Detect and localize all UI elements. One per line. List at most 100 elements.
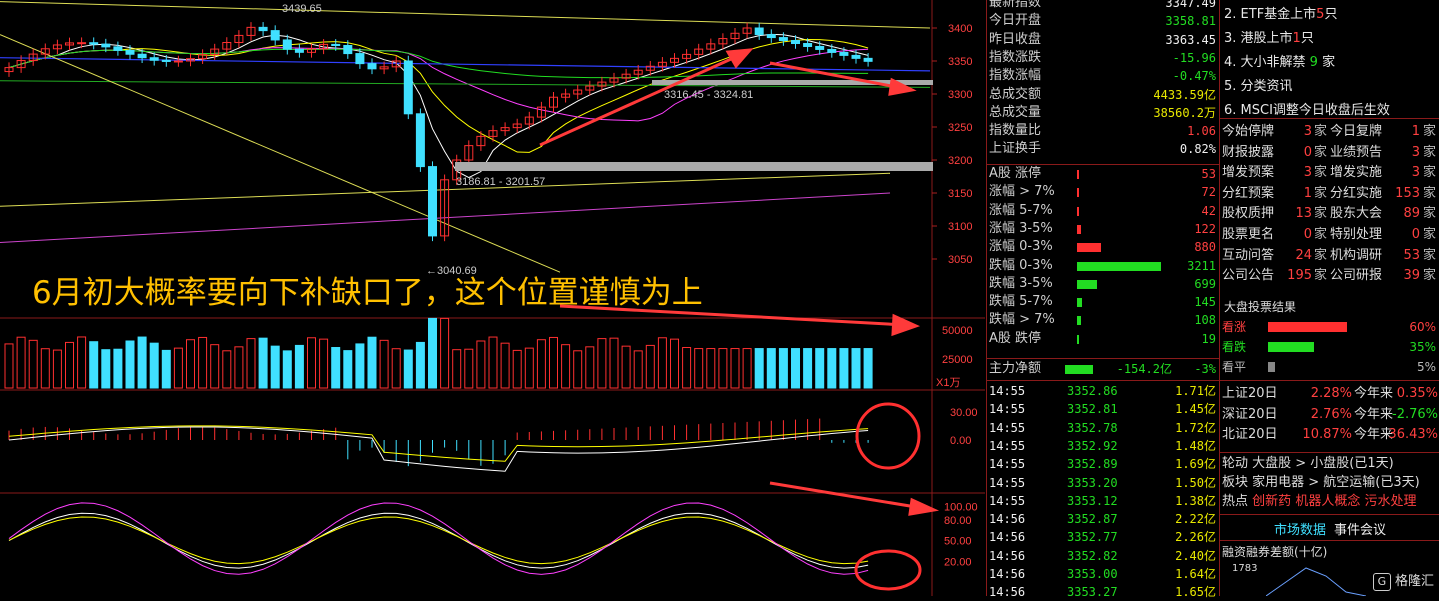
volume-bar (524, 347, 534, 389)
news-item[interactable]: 4. 大小非解禁 9 家 (1224, 52, 1335, 74)
breadth-value: 42 (1201, 203, 1216, 218)
vol-unit-label: X1万 (936, 377, 960, 389)
candle-body (173, 60, 183, 63)
volume-bar (379, 339, 389, 389)
hot-topic[interactable]: 污水处理 (1364, 494, 1416, 509)
hot-topic[interactable]: 机器人概念 (1295, 494, 1360, 509)
volume-bar (210, 344, 220, 389)
news-item[interactable]: 3. 港股上市1只 (1224, 28, 1314, 50)
volume-bar (585, 346, 595, 389)
quote-value: 38560.2万 (1153, 105, 1216, 120)
vote-row[interactable]: 看跌 35% (1220, 338, 1439, 356)
volume-bar (694, 348, 704, 389)
breadth-value: 122 (1194, 221, 1216, 236)
event-row[interactable]: 分红预案 1 家分红实施 153 家 (1220, 184, 1439, 204)
candle-body (343, 45, 353, 55)
perf-20d: 2.76% (1310, 406, 1352, 422)
volume-bar (440, 317, 450, 389)
tick-price: 3353.00 (1067, 567, 1118, 581)
rotation-row[interactable]: 轮动 大盘股 > 小盘股(已1天) (1222, 454, 1394, 474)
vote-pct: 5% (1416, 360, 1436, 374)
candle-body (125, 49, 135, 55)
event-count: 0 (1303, 227, 1312, 242)
candle-body (415, 113, 425, 168)
quote-value: 4433.59亿 (1153, 87, 1216, 102)
event-unit: 家 (1422, 227, 1436, 242)
news-text: 6. MSCI调整今日收盘后生效 (1224, 103, 1390, 118)
tick-amount: 2.22亿 (1175, 512, 1216, 527)
quote-row: 总成交额 4433.59亿 (987, 86, 1220, 104)
tick-time: 14:55 (989, 438, 1026, 453)
volume-bar (815, 348, 825, 389)
vote-bar (1268, 362, 1275, 372)
hot-topic[interactable]: 创新药 (1252, 494, 1291, 509)
quote-row: 指数量比 1.06 (987, 122, 1220, 140)
volume-bar (403, 349, 413, 389)
candle-body (863, 57, 873, 62)
breadth-value: 72 (1201, 185, 1216, 200)
tick-row: 14:55 3352.86 1.71亿 (987, 382, 1220, 400)
volume-bar (452, 349, 462, 389)
tab-events[interactable]: 事件会议 (1334, 523, 1386, 538)
vote-pct: 60% (1409, 320, 1436, 334)
news-item[interactable]: 2. ETF基金上市5只 (1224, 4, 1337, 26)
tick-time: 14:56 (989, 585, 1026, 600)
candle-body (331, 43, 341, 47)
event-label: 财报披露 (1222, 144, 1275, 160)
event-count: 0 (1303, 144, 1312, 160)
tab-market-data[interactable]: 市场数据 (1274, 523, 1326, 538)
event-row[interactable]: 股权质押 13 家股东大会 89 家 (1220, 204, 1439, 224)
volume-bar (549, 336, 558, 389)
perf-ytd-label: 今年来 (1354, 427, 1394, 442)
news-suffix: 只 (1324, 7, 1338, 22)
volume-bar (657, 337, 667, 389)
event-unit: 家 (1422, 206, 1436, 222)
margin-mini-chart (1265, 567, 1367, 597)
tick-time: 14:55 (989, 420, 1026, 435)
news-item[interactable]: 5. 分类资讯 (1224, 76, 1293, 98)
event-row[interactable]: 财报披露 0 家业绩预告 3 家 (1220, 143, 1439, 163)
label-gap: 3186.81 - 3201.57 (456, 176, 545, 188)
kdj-d-line (8, 516, 869, 565)
candle-body (778, 37, 788, 42)
event-unit: 家 (1422, 165, 1436, 181)
volume-bar (125, 340, 135, 389)
event-count: 3 (1303, 124, 1312, 139)
y-tick-label: 3100 (948, 221, 972, 233)
volume-bar (258, 337, 268, 389)
breadth-row: 跌幅 3-5% 699 (987, 275, 1220, 293)
vote-row[interactable]: 看平 5% (1220, 358, 1439, 376)
tick-row: 14:56 3352.77 2.26亿 (987, 528, 1220, 546)
volume-bar (319, 338, 329, 389)
breadth-row: 涨幅 > 7% 72 (987, 183, 1220, 201)
quote-row: 昨日收盘 3363.45 (987, 31, 1220, 49)
event-label: 分红预案 (1222, 185, 1275, 201)
event-row[interactable]: 公司公告 195 家公司研报 39 家 (1220, 266, 1439, 286)
event-row[interactable]: 增发预案 3 家增发实施 3 家 (1220, 163, 1439, 183)
candle-body (294, 48, 304, 53)
event-unit: 家 (1422, 144, 1436, 160)
quote-row: 今日开盘 3358.81 (987, 12, 1220, 30)
annotation-text: 6月初大概率要向下补缺口了，这个位置谨慎为上 (32, 275, 703, 311)
kdj-tick-label: 20.00 (944, 556, 972, 568)
event-unit: 家 (1314, 165, 1328, 181)
tick-row: 14:55 3353.20 1.50亿 (987, 474, 1220, 492)
tick-price: 3352.87 (1067, 512, 1118, 527)
vote-row[interactable]: 看涨 60% (1220, 318, 1439, 336)
perf-row: 北证20日 10.87% 今年来 36.43% (1220, 425, 1439, 445)
perf-row: 深证20日 2.76% 今年来 -2.76% (1220, 405, 1439, 425)
event-row[interactable]: 互动问答 24 家机构调研 53 家 (1220, 246, 1439, 266)
kline-chart[interactable]: 3400 3350 3300 3250 3200 3150 3100 3050 50000 250… (0, 0, 985, 596)
breadth-row: 涨幅 3-5% 122 (987, 220, 1220, 238)
event-row[interactable]: 今始停牌 3 家今日复牌 1 家 (1220, 122, 1439, 142)
perf-20d: 2.28% (1310, 386, 1352, 401)
sector-row[interactable]: 板块 家用电器 > 航空运输(已3天) (1222, 473, 1420, 493)
event-label: 分红实施 (1330, 185, 1383, 201)
event-row[interactable]: 股票更名 0 家特别处理 0 家 (1220, 225, 1439, 245)
volume-bar (706, 348, 716, 389)
tick-time: 14:55 (989, 493, 1026, 508)
volume-bar (633, 350, 643, 389)
event-unit: 家 (1314, 144, 1328, 160)
volume-bar (415, 341, 425, 389)
quote-value: -15.96 (1172, 50, 1216, 65)
